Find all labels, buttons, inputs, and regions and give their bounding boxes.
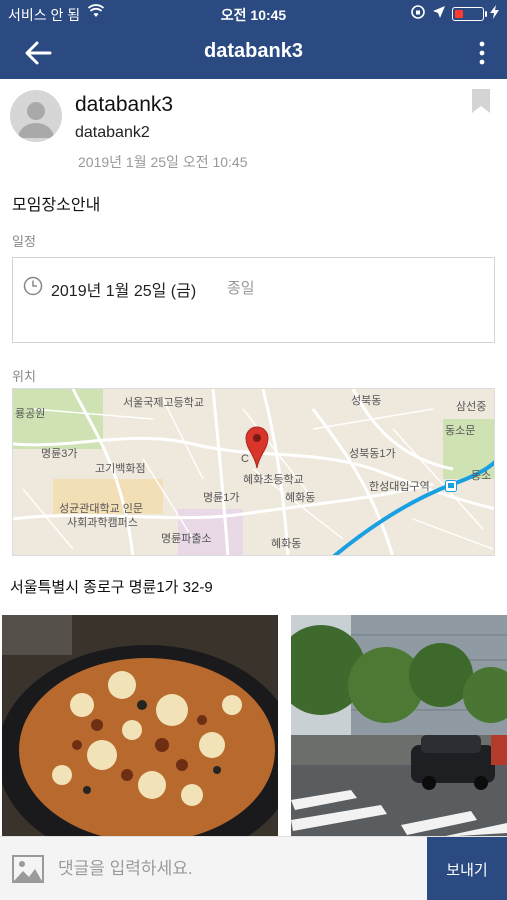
comment-input[interactable] [58, 847, 418, 891]
map-pin-icon[interactable] [244, 425, 270, 474]
schedule-box: 2019년 1월 25일 (금) 종일 [12, 257, 495, 343]
post-title: 모임장소안내 [12, 197, 101, 214]
subway-station-icon [445, 479, 457, 497]
post-detail[interactable]: databank3 databank2 2019년 1월 25일 오전 10:4… [0, 79, 507, 836]
street-photo [291, 615, 507, 836]
map-label: 한성대입구역 [369, 481, 430, 493]
charging-bolt-icon [490, 5, 499, 22]
author-group: databank2 [75, 124, 150, 141]
map-label: 명륜1가 [203, 492, 240, 504]
post-author-header: databank3 databank2 2019년 1월 25일 오전 10:4… [0, 79, 507, 179]
location-map[interactable]: 서울국제고등학교 성북동 삼선중 룡공원 동소문 명륜3가 고기백화점 성북동1… [12, 388, 495, 556]
send-button[interactable]: 보내기 [427, 837, 507, 900]
map-label: 동소 [471, 470, 492, 482]
comment-bar: 보내기 [0, 836, 507, 900]
map-label: 고기백화점 [95, 463, 146, 475]
map-label: 서울국제고등학교 [123, 397, 204, 409]
orientation-lock-icon [410, 4, 426, 23]
map-label: 혜화동 [271, 538, 302, 550]
map-label: 성북동1가 [349, 448, 396, 460]
bookmark-icon[interactable] [471, 88, 491, 114]
map-label: 명륜파출소 [161, 533, 212, 545]
battery-icon [452, 6, 487, 21]
location-label: 위치 [12, 369, 36, 384]
photo-thumbnail[interactable] [291, 615, 507, 836]
image-attach-icon[interactable] [12, 855, 44, 883]
schedule-allday: 종일 [227, 280, 255, 297]
map-label: 사회과학캠퍼스 [67, 517, 138, 529]
schedule-label: 일정 [12, 234, 36, 249]
map-label: 삼선중 [456, 401, 487, 413]
map-label: 혜화동 [285, 492, 316, 504]
location-arrow-icon [432, 5, 446, 22]
map-label: 성북동 [351, 395, 382, 407]
location-address: 서울특별시 종로구 명륜1가 32-9 [10, 579, 213, 596]
avatar[interactable] [10, 90, 62, 142]
map-label: 룡공원 [15, 408, 46, 420]
more-options-icon[interactable] [477, 39, 487, 67]
clock-icon [23, 276, 43, 296]
photo-thumbnail[interactable] [2, 615, 278, 836]
food-photo [2, 615, 278, 836]
page-title: databank3 [204, 40, 303, 62]
schedule-date: 2019년 1월 25일 (금) [51, 283, 197, 300]
top-navigation-bar: databank3 [0, 26, 507, 79]
status-bar: 서비스 안 됨 오전 10:45 [0, 0, 507, 26]
map-label: 명륜3가 [41, 448, 78, 460]
author-name: databank3 [75, 93, 174, 116]
map-label: 동소문 [445, 425, 476, 437]
post-timestamp: 2019년 1월 25일 오전 10:45 [78, 154, 248, 170]
photo-gallery [0, 615, 507, 836]
